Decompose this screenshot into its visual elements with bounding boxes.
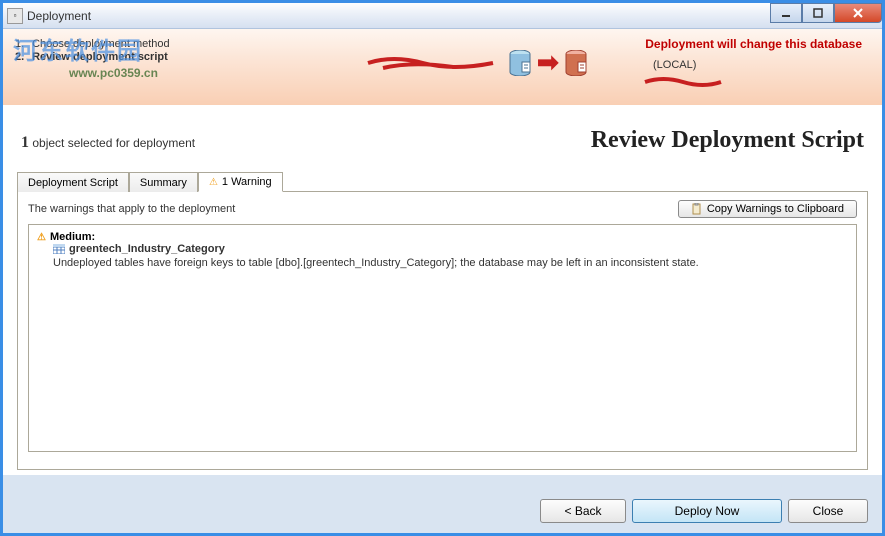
window-controls <box>770 3 882 23</box>
close-button[interactable]: Close <box>788 499 868 523</box>
clipboard-icon <box>691 203 703 215</box>
tab-header-row: The warnings that apply to the deploymen… <box>28 200 857 218</box>
warning-icon: ⚠ <box>37 232 46 243</box>
window-titlebar: ▫ Deployment <box>3 3 882 29</box>
target-scribble-icon <box>643 75 723 89</box>
warning-icon: ⚠ <box>209 177 218 188</box>
table-icon <box>53 244 65 254</box>
back-button[interactable]: < Back <box>540 499 626 523</box>
warning-object-name: greentech_Industry_Category <box>53 243 848 255</box>
warning-description: Undeployed tables have foreign keys to t… <box>53 257 848 269</box>
tab-summary[interactable]: Summary <box>129 172 198 192</box>
warning-severity: ⚠ Medium: <box>37 231 848 243</box>
copy-warnings-button[interactable]: Copy Warnings to Clipboard <box>678 200 857 218</box>
source-database-icon <box>509 50 531 76</box>
tab-description: The warnings that apply to the deploymen… <box>28 203 235 215</box>
section-header: 1 object selected for deployment Review … <box>17 119 868 168</box>
app-icon: ▫ <box>7 8 23 24</box>
button-bar: < Back Deploy Now Close <box>540 499 868 523</box>
window-title: Deployment <box>27 9 878 23</box>
source-scribble-icon <box>363 53 503 73</box>
header-warning: Deployment will change this database <box>645 37 862 51</box>
target-database-icon <box>565 50 587 76</box>
close-window-button[interactable] <box>834 3 882 23</box>
arrow-icon: ➡ <box>537 47 559 78</box>
deploy-now-button[interactable]: Deploy Now <box>632 499 782 523</box>
wizard-header: 1. Choose deployment method 2. Review de… <box>3 29 882 105</box>
tab-warnings[interactable]: ⚠ 1 Warning <box>198 172 283 192</box>
tab-deployment-script[interactable]: Deployment Script <box>17 172 129 192</box>
maximize-button[interactable] <box>802 3 834 23</box>
page-title: Review Deployment Script <box>591 127 864 154</box>
local-label: (LOCAL) <box>653 59 696 71</box>
tab-content: The warnings that apply to the deploymen… <box>17 192 868 470</box>
warning-item: ⚠ Medium: greentech_Industry_Category Un… <box>37 231 848 269</box>
tab-strip: Deployment Script Summary ⚠ 1 Warning <box>17 172 868 192</box>
warning-list[interactable]: ⚠ Medium: greentech_Industry_Category Un… <box>28 224 857 452</box>
database-diagram: ➡ <box>363 47 587 78</box>
minimize-button[interactable] <box>770 3 802 23</box>
selection-count: 1 object selected for deployment <box>21 134 195 152</box>
content-area: 1 object selected for deployment Review … <box>3 105 882 475</box>
